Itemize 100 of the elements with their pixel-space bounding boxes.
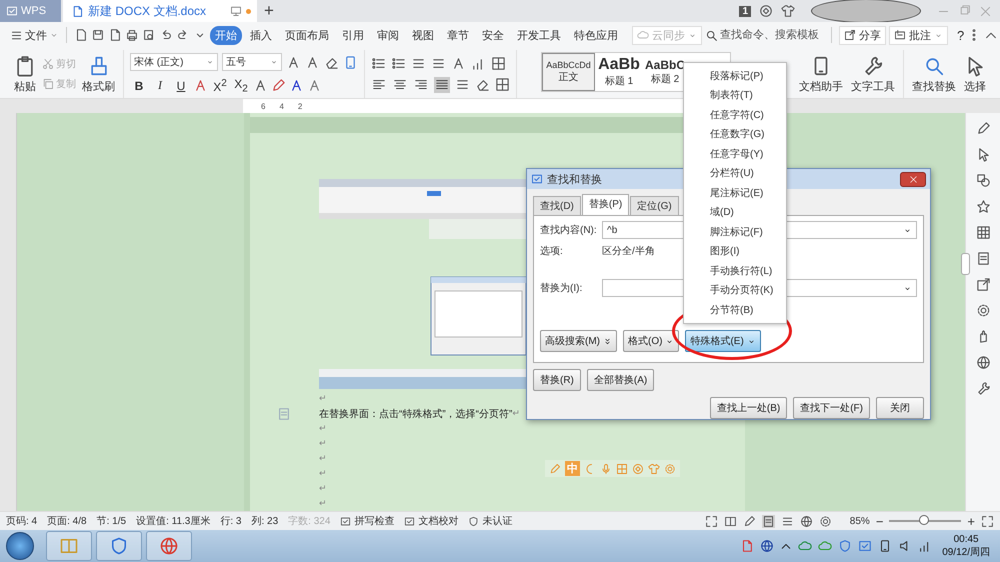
table-icon[interactable] <box>491 56 506 70</box>
print-preview-icon[interactable] <box>142 28 156 42</box>
reading-view-icon[interactable] <box>724 514 737 528</box>
tray-app-icon[interactable] <box>740 539 754 553</box>
browser-taskbar-button[interactable] <box>146 531 192 561</box>
help-button[interactable]: ? <box>957 28 964 42</box>
zoom-in-button[interactable]: + <box>967 514 975 528</box>
justify-button[interactable] <box>434 76 450 92</box>
menu-item[interactable]: 手动换行符(L) <box>684 261 786 280</box>
italic-button[interactable]: I <box>151 78 169 94</box>
menu-item[interactable]: 脚注标记(F) <box>684 222 786 242</box>
document-icon[interactable] <box>976 251 990 266</box>
proofread-button[interactable]: 文档校对 <box>404 514 458 528</box>
text-style-icon[interactable] <box>451 56 466 70</box>
zoom-slider-thumb[interactable] <box>918 515 929 525</box>
spell-check-button[interactable]: 拼写检查 <box>340 514 394 528</box>
doc-assistant-button[interactable]: 文档助手 <box>797 54 845 94</box>
text-tools-button[interactable]: 文字工具 <box>849 54 897 94</box>
page-count-badge[interactable]: 1 <box>739 6 751 16</box>
find-replace-button[interactable]: 查找替换 <box>910 54 958 94</box>
replace-all-button[interactable]: 全部替换(A) <box>586 369 654 391</box>
superscript-button[interactable]: X$^{2}$ <box>211 78 229 94</box>
menu-item[interactable]: 任意数字(G) <box>684 124 786 144</box>
wrench-icon[interactable] <box>976 381 990 396</box>
share-icon[interactable] <box>976 277 990 292</box>
ribbon-tab[interactable]: 审阅 <box>372 26 404 44</box>
find-previous-button[interactable]: 查找上一处(B) <box>710 397 788 419</box>
select-button[interactable]: 选择 <box>962 54 988 94</box>
new-document-icon[interactable] <box>74 28 88 42</box>
grow-font-icon[interactable] <box>286 54 301 70</box>
web-view-icon[interactable] <box>800 514 813 528</box>
format-painter-button[interactable]: 格式刷 <box>80 54 117 94</box>
style-preset[interactable]: AaBbC 标题 2 <box>643 53 687 91</box>
verification-status[interactable]: 未认证 <box>468 514 512 528</box>
dialog-tab[interactable]: 替换(P) <box>582 194 630 215</box>
ribbon-tab[interactable]: 开始 <box>210 26 242 44</box>
text-effect-icon[interactable] <box>253 78 268 94</box>
menu-item[interactable]: 段落标记(P) <box>684 66 786 86</box>
ribbon-tab[interactable]: 安全 <box>477 26 509 44</box>
clock-date[interactable]: 09/12/周四 <box>942 544 990 558</box>
menu-item[interactable]: 制表符(T) <box>684 86 786 105</box>
char-shading-icon[interactable] <box>307 78 322 94</box>
close-button[interactable] <box>900 172 926 186</box>
menu-item[interactable]: 分节符(B) <box>684 300 786 320</box>
save-icon[interactable] <box>91 28 105 42</box>
print-icon[interactable] <box>125 28 139 42</box>
ribbon-tab[interactable]: 引用 <box>337 26 369 44</box>
format-button[interactable]: 格式(O) <box>623 330 680 352</box>
scrollbar-thumb[interactable] <box>961 253 970 275</box>
monitor-icon[interactable] <box>230 5 242 17</box>
fullscreen-icon[interactable] <box>704 514 718 528</box>
clock-time[interactable]: 00:45 <box>954 534 979 544</box>
pen-icon[interactable] <box>976 121 990 136</box>
start-button[interactable] <box>6 532 34 560</box>
replace-button[interactable]: 替换(R) <box>533 369 581 391</box>
highlight-icon[interactable] <box>271 78 286 94</box>
comment-button[interactable]: 批注 <box>889 26 948 44</box>
zoom-level[interactable]: 85% <box>850 516 870 526</box>
paste-button[interactable]: 粘贴 <box>12 54 38 94</box>
command-search-field[interactable]: 查找命令、搜索模板 <box>705 28 824 42</box>
zoom-out-button[interactable]: − <box>876 514 884 528</box>
shrink-font-icon[interactable] <box>305 54 320 70</box>
ribbon-tab[interactable]: 页面布局 <box>280 26 334 44</box>
menu-item[interactable]: 图形(I) <box>684 242 786 261</box>
document-tab[interactable]: 新建 DOCX 文档.docx <box>63 0 257 22</box>
bold-button[interactable]: B <box>130 78 148 93</box>
page-view-icon[interactable] <box>762 514 775 528</box>
menu-item[interactable]: 域(D) <box>684 202 786 222</box>
fit-page-icon[interactable] <box>981 514 994 528</box>
dialog-tab[interactable]: 定位(G) <box>630 196 679 215</box>
ribbon-tab[interactable]: 插入 <box>245 26 277 44</box>
numbered-list-icon[interactable] <box>391 56 406 70</box>
border-icon[interactable] <box>495 77 510 92</box>
style-preset[interactable]: AaBb 标题 1 <box>595 53 643 91</box>
wps-taskbar-button[interactable] <box>96 531 142 561</box>
strikethrough-icon[interactable] <box>193 78 208 94</box>
font-select[interactable]: 宋体 (正文) <box>130 53 218 72</box>
bullet-list-icon[interactable] <box>371 56 386 70</box>
shield-icon[interactable] <box>838 539 852 553</box>
shirt-icon[interactable] <box>781 4 795 18</box>
new-tab-button[interactable]: + <box>257 0 281 22</box>
menu-item[interactable]: 任意字符(C) <box>684 105 786 124</box>
globe-icon[interactable] <box>976 355 990 370</box>
line-spacing-icon[interactable] <box>455 77 470 92</box>
menu-item[interactable]: 分栏符(U) <box>684 164 786 183</box>
star-icon[interactable] <box>976 199 990 214</box>
share-button[interactable]: 分享 <box>839 26 886 44</box>
table-icon[interactable] <box>976 225 990 240</box>
find-next-button[interactable]: 查找下一处(F) <box>793 397 870 419</box>
shapes-icon[interactable] <box>976 173 990 188</box>
style-preset[interactable]: AaBbCcDd 正文 <box>542 53 595 91</box>
subscript-button[interactable]: X$_{2}$ <box>232 77 250 95</box>
dialog-tab[interactable]: 查找(D) <box>533 196 581 215</box>
font-color-icon[interactable] <box>289 78 304 94</box>
underline-button[interactable]: U <box>172 78 190 93</box>
special-format-button[interactable]: 特殊格式(E) <box>685 330 761 352</box>
ribbon-tab[interactable]: 章节 <box>442 26 474 44</box>
edit-view-icon[interactable] <box>742 514 756 528</box>
close-dialog-button[interactable]: 关闭 <box>876 397 924 419</box>
advanced-search-button[interactable]: 高级搜索(M) <box>540 330 617 352</box>
